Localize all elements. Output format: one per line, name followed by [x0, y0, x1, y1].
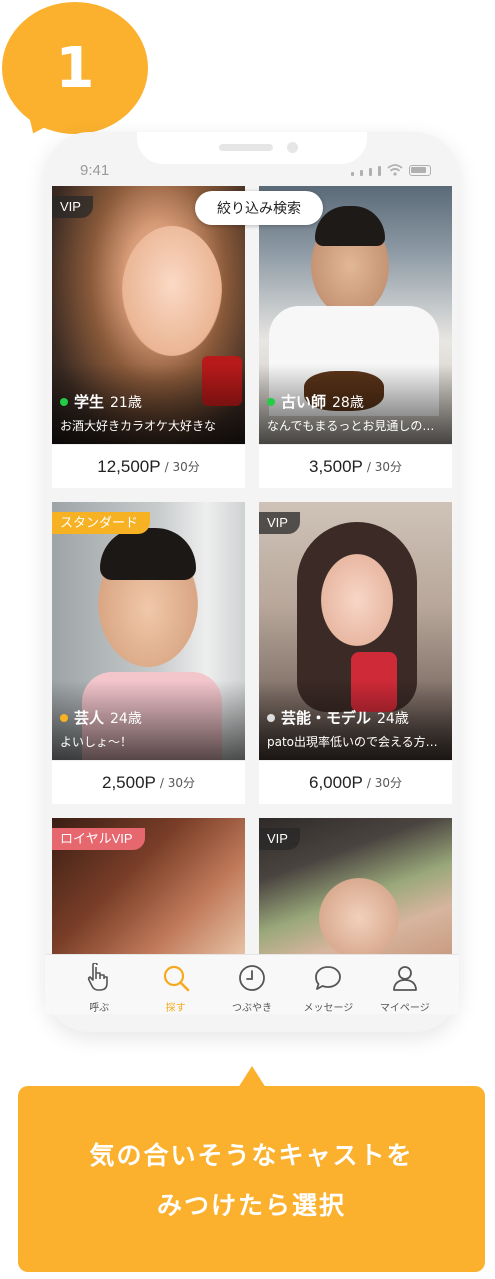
cast-message: なんでもまるっとお見通しの… [267, 419, 435, 433]
price-row: 12,500P / 30分 [52, 444, 245, 488]
cast-price: 12,500P [97, 456, 161, 476]
price-row: 2,500P / 30分 [52, 760, 245, 804]
cast-profile: 古い師 28歳 [267, 391, 364, 412]
cast-job: 芸能・モデル [281, 709, 372, 727]
tab-tweets[interactable]: つぶやき [217, 955, 287, 1014]
caption-line: みつけたら選択 [156, 1191, 346, 1220]
caption-line: 気の合いそうなキャストを [89, 1141, 414, 1170]
cast-age: 24歳 [110, 710, 142, 727]
cast-price: 2,500P [101, 772, 156, 792]
tab-mypage[interactable]: マイページ [370, 955, 440, 1014]
cast-price: 6,000P [308, 772, 363, 792]
clock-icon [239, 965, 265, 991]
status-dot [267, 713, 275, 722]
tab-search[interactable]: 探す [141, 955, 211, 1014]
cast-age: 24歳 [377, 710, 409, 727]
cast-photo: スタンダード 芸人 24歳 よいしょ〜！ [52, 502, 245, 760]
cast-profile: 芸能・モデル 24歳 [267, 707, 409, 728]
cast-photo: ロイヤルVIP [52, 818, 245, 954]
step-number: 1 [55, 35, 95, 101]
price-unit: / 30分 [164, 460, 200, 474]
battery-icon [409, 165, 431, 176]
hand-pointer-icon [88, 963, 108, 991]
cast-age: 28歳 [332, 394, 364, 411]
tab-label: メッセージ [303, 1003, 354, 1014]
wifi-icon [387, 164, 403, 176]
filter-search-button[interactable]: 絞り込み検索 [195, 191, 323, 225]
bottom-tab-bar: 呼ぶ 探す つぶやき メッセージ マイページ [45, 954, 459, 1014]
price-row: 6,000P / 30分 [259, 760, 452, 804]
tab-label: つぶやき [231, 1003, 272, 1014]
cast-photo: VIP 芸能・モデル 24歳 pato出現率低いので会える方… [259, 502, 452, 760]
chat-bubble-icon [315, 966, 342, 990]
rank-badge: スタンダード [52, 512, 151, 534]
cast-grid: VIP 学生 21歳 お酒大好きカラオケ大好きな 12,500P / 30分 古… [52, 186, 452, 954]
cast-card[interactable]: 古い師 28歳 なんでもまるっとお見通しの… 3,500P / 30分 [259, 186, 452, 488]
price-unit: / 30分 [366, 776, 403, 790]
cast-profile: 学生 21歳 [60, 391, 142, 412]
cast-card[interactable]: VIP 学生 21歳 お酒大好きカラオケ大好きな 12,500P / 30分 [52, 186, 245, 488]
caption-box: 気の合いそうなキャストを みつけたら選択 [18, 1086, 485, 1272]
rank-badge: ロイヤルVIP [52, 828, 145, 850]
status-dot [60, 397, 68, 406]
status-time: 9:41 [80, 162, 110, 179]
cast-price: 3,500P [308, 456, 363, 476]
cast-message: お酒大好きカラオケ大好きな [60, 419, 217, 433]
price-row: 3,500P / 30分 [259, 444, 452, 488]
status-dot [267, 397, 275, 406]
user-icon [392, 966, 417, 991]
cast-job: 古い師 [281, 393, 327, 411]
search-icon [163, 965, 189, 992]
cast-profile: 芸人 24歳 [60, 707, 142, 728]
tab-label: マイページ [379, 1003, 430, 1014]
rank-badge: VIP [259, 828, 300, 850]
cast-message: pato出現率低いので会える方… [267, 735, 438, 749]
tab-label: 探す [165, 1003, 186, 1014]
tab-messages[interactable]: メッセージ [293, 955, 363, 1014]
cast-job: 学生 [74, 393, 105, 411]
phone-notch [137, 132, 367, 164]
cast-job: 芸人 [74, 709, 105, 727]
cast-message: よいしょ〜！ [60, 735, 133, 749]
price-unit: / 30分 [159, 776, 196, 790]
phone-mockup: 9:41 VIP 学生 21歳 お酒大好きカラオケ大好きな 12,500P / … [45, 132, 459, 1032]
cast-card[interactable]: VIP [259, 818, 452, 954]
price-unit: / 30分 [366, 460, 403, 474]
cast-photo: VIP [259, 818, 452, 954]
cast-card[interactable]: スタンダード 芸人 24歳 よいしょ〜！ 2,500P / 30分 [52, 502, 245, 804]
status-icons [351, 164, 431, 176]
cast-card[interactable]: ロイヤルVIP [52, 818, 245, 954]
tab-label: 呼ぶ [89, 1003, 110, 1014]
rank-badge: VIP [52, 196, 93, 218]
tab-call[interactable]: 呼ぶ [64, 955, 134, 1014]
caption-pointer [238, 1066, 266, 1088]
cast-card[interactable]: VIP 芸能・モデル 24歳 pato出現率低いので会える方… 6,000P /… [259, 502, 452, 804]
step-badge: 1 [2, 2, 148, 141]
rank-badge: VIP [259, 512, 300, 534]
status-dot [60, 713, 68, 722]
cast-age: 21歳 [110, 394, 142, 411]
